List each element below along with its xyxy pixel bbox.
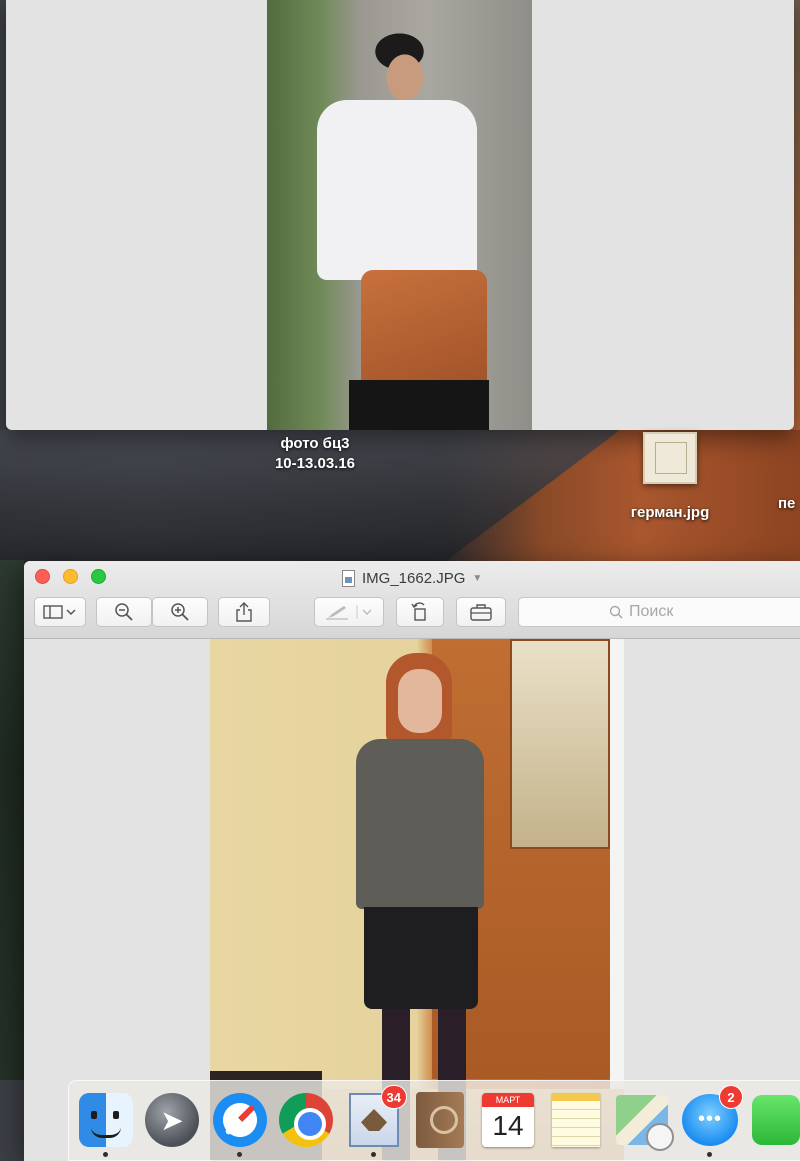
titlebar[interactable]: IMG_1662.JPG ▼ Поиск [24,561,800,639]
calendar-day: 14 [492,1110,524,1141]
preview-window: IMG_1662.JPG ▼ Поиск [24,561,800,1161]
photo-skirt [364,907,478,1009]
photo-face [398,669,442,733]
share-icon [236,602,252,622]
desktop-file-label[interactable]: герман.jpg [608,503,732,523]
photo-legs [349,380,489,430]
chevron-down-icon[interactable]: ▼ [472,573,482,584]
rotate-button[interactable] [396,597,444,627]
desktop-file-thumbnail[interactable] [643,432,697,484]
sidebar-button[interactable] [34,597,86,627]
dock-item-notes[interactable] [547,1091,605,1149]
contacts-icon [416,1092,464,1148]
preview-window-background[interactable] [6,0,794,430]
facetime-icon [752,1095,800,1145]
share-button[interactable] [218,597,270,627]
zoom-in-button[interactable] [152,597,208,627]
search-placeholder: Поиск [629,603,674,620]
photo-glass-shelf [510,639,610,849]
mail-badge: 34 [380,1085,407,1109]
dock-item-maps[interactable] [613,1091,674,1151]
dock-item-safari[interactable] [211,1091,269,1157]
safari-icon [213,1093,267,1147]
calendar-icon: МАРТ 14 [482,1093,534,1147]
document-icon [342,569,355,587]
dock-item-launchpad[interactable]: ➤ [143,1091,201,1149]
zoom-button[interactable] [91,569,106,584]
toolbox-icon [470,604,492,621]
dock-item-mail[interactable]: 34 [345,1085,407,1157]
rotate-icon [411,602,426,621]
zoom-out-icon [115,603,133,621]
dock-item-finder[interactable] [77,1091,135,1157]
sidebar-icon [43,605,76,619]
notes-icon [552,1093,600,1147]
dock-item-contacts[interactable] [411,1091,469,1149]
dock-item-messages[interactable]: 2 [681,1085,743,1157]
running-indicator [103,1152,108,1157]
photo-jacket [356,739,484,909]
photo-shirt [317,100,477,280]
desktop-folder-label-line1: фото бц3 [280,435,350,452]
search-icon [609,605,623,619]
zoom-in-icon [171,603,189,621]
close-button[interactable] [35,569,50,584]
dock-item-calendar[interactable]: МАРТ 14 [479,1091,537,1149]
launchpad-icon: ➤ [145,1093,199,1147]
messages-badge: 2 [719,1085,743,1109]
running-indicator [371,1152,376,1157]
maps-icon [616,1095,674,1151]
photo-woman-white-top [267,0,532,430]
toolbox-button[interactable] [456,597,506,627]
window-title[interactable]: IMG_1662.JPG ▼ [342,567,482,589]
pen-icon [326,605,372,620]
running-indicator [707,1152,712,1157]
window-title-text: IMG_1662.JPG [362,569,466,587]
search-field[interactable]: Поиск [518,597,800,627]
dock-item-chrome[interactable] [277,1091,335,1149]
chrome-icon [279,1093,333,1147]
dock-item-facetime[interactable] [747,1091,800,1149]
desktop-file-label-cut[interactable]: пе [778,494,800,514]
markup-button[interactable] [314,597,384,627]
dock: ➤ 34 МАРТ 14 2 [68,1080,800,1161]
running-indicator [237,1152,242,1157]
wallpaper-forest [0,560,24,1080]
finder-icon [79,1093,133,1147]
zoom-out-button[interactable] [96,597,152,627]
desktop-folder-label[interactable]: фото бц3 10-13.03.16 [250,434,380,474]
desktop-folder-label-line2: 10-13.03.16 [274,455,356,472]
calendar-month: МАРТ [482,1093,534,1107]
minimize-button[interactable] [63,569,78,584]
